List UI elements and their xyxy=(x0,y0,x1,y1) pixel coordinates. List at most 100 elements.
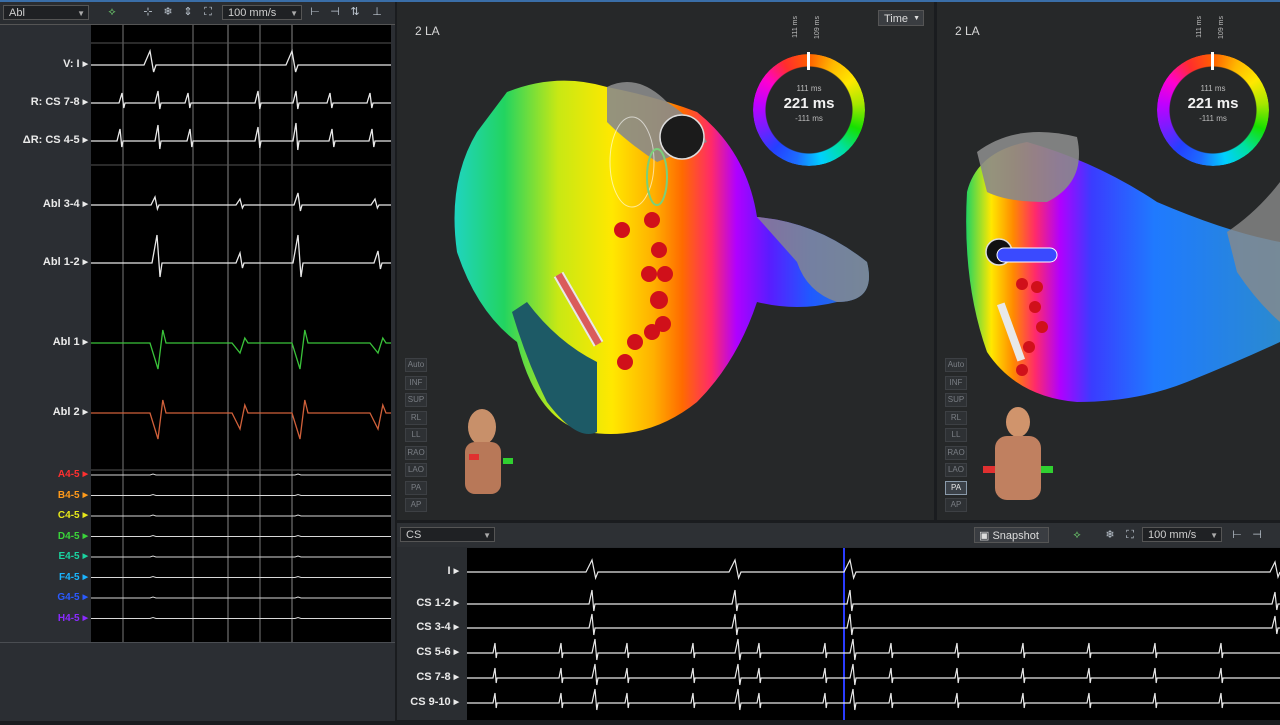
view-button-pa[interactable]: PA xyxy=(405,480,427,495)
play-arrow-icon: ▶ xyxy=(453,674,459,681)
view-button-ap[interactable]: AP xyxy=(405,498,427,512)
view-button-rao[interactable]: RAO xyxy=(405,445,427,460)
trace-label-text: Abl 3-4 xyxy=(42,198,80,210)
zoom-fit-icon[interactable]: ⛶ xyxy=(1122,527,1138,544)
play-arrow-icon: ▶ xyxy=(82,553,88,560)
play-arrow-icon: ▶ xyxy=(82,201,88,208)
play-arrow-icon: ▶ xyxy=(82,409,88,416)
freeze-icon[interactable]: ❄ xyxy=(160,4,176,21)
view-button-rl[interactable]: RL xyxy=(945,410,967,425)
mini-trace-label[interactable]: F4-5 ▶ xyxy=(0,572,88,583)
trace-label[interactable]: Abl 1 ▶ xyxy=(0,336,88,348)
trace-label[interactable]: Abl 2 ▶ xyxy=(0,406,88,418)
cs-traces-area[interactable] xyxy=(467,548,1280,720)
view-button-inf[interactable]: INF xyxy=(405,375,427,390)
view-button-ll[interactable]: LL xyxy=(405,428,427,442)
mini-trace-label[interactable]: D4-5 ▶ xyxy=(0,531,88,542)
caliper-tool-icon[interactable]: ⟡ xyxy=(1069,527,1085,544)
activation-map-secondary[interactable]: 2 LA 111 ms 221 ms -111 ms 111 ms 109 ms xyxy=(937,2,1280,520)
trace-label-text: Abl 2 xyxy=(52,406,80,418)
trace-label[interactable]: V: I ▶ xyxy=(0,58,88,70)
pulmonary-vein-ostium xyxy=(659,114,705,160)
cs-channel-value: CS xyxy=(406,529,422,541)
view-button-auto[interactable]: Auto xyxy=(945,358,967,372)
view-button-inf[interactable]: INF xyxy=(945,375,967,390)
cs-signal-trace xyxy=(467,613,1280,636)
play-arrow-icon: ▶ xyxy=(82,491,88,499)
view-button-rl[interactable]: RL xyxy=(405,410,427,425)
sweep-speed-select[interactable]: 100 mm/s ▼ xyxy=(222,5,302,20)
gain-icon[interactable]: ⇕ xyxy=(180,4,196,21)
cs-signal-trace xyxy=(467,688,1280,711)
zoom-fit-icon[interactable]: ⛶ xyxy=(200,4,216,21)
align-icon[interactable]: ⇅ xyxy=(347,4,363,21)
cs-toolbar: CS ▼ ▣ Snapshot ⟡ ❄ ⛶ 100 mm/s ▼ ⊢ ⊣ xyxy=(397,523,1280,547)
mini-trace-label-text: B4-5 xyxy=(57,489,80,501)
mini-trace-label[interactable]: A4-5 ▶ xyxy=(0,469,88,480)
snapshot-button[interactable]: ▣ Snapshot xyxy=(974,527,1049,543)
trace-label[interactable]: Abl 3-4 ▶ xyxy=(0,198,88,210)
signal-traces-svg[interactable] xyxy=(0,25,395,642)
mini-trace-label-text: D4-5 xyxy=(57,530,80,542)
left-atrium-3d-map-pa[interactable] xyxy=(937,2,1280,520)
trace-label[interactable]: Abl 1-2 ▶ xyxy=(0,256,88,268)
scale-down-icon[interactable]: ⊢ xyxy=(307,4,323,21)
cs-trace-label[interactable]: CS 1-2 ▶ xyxy=(397,597,459,609)
view-button-sup[interactable]: SUP xyxy=(405,393,427,407)
mini-trace-label[interactable]: E4-5 ▶ xyxy=(0,551,88,562)
play-arrow-icon: ▶ xyxy=(82,137,88,144)
signal-panel-footer xyxy=(0,642,395,721)
mini-trace-label-text: E4-5 xyxy=(58,551,80,562)
cs-signal-trace xyxy=(467,589,1280,612)
chevron-down-icon: ▼ xyxy=(290,9,298,18)
scale-down-icon[interactable]: ⊢ xyxy=(1229,527,1245,544)
view-button-ll[interactable]: LL xyxy=(945,428,967,442)
trace-label[interactable]: R: CS 7-8 ▶ xyxy=(0,96,88,108)
camera-icon: ▣ xyxy=(979,530,993,542)
cs-trace-label[interactable]: CS 7-8 ▶ xyxy=(397,671,459,683)
cs-sweep-speed-value: 100 mm/s xyxy=(1148,529,1197,541)
play-arrow-icon: ▶ xyxy=(82,259,88,266)
measure-icon[interactable]: ⊹ xyxy=(140,4,156,21)
view-button-pa[interactable]: PA xyxy=(945,480,967,495)
view-button-lao[interactable]: LAO xyxy=(405,463,427,477)
cs-trace-label[interactable]: CS 9-10 ▶ xyxy=(397,696,459,708)
play-arrow-icon: ▶ xyxy=(453,600,459,607)
play-arrow-icon: ▶ xyxy=(82,594,88,601)
play-arrow-icon: ▶ xyxy=(82,614,88,622)
trace-label[interactable]: ΔR: CS 4-5 ▶ xyxy=(0,134,88,146)
cs-trace-label-text: CS 3-4 xyxy=(416,621,451,633)
view-button-ap[interactable]: AP xyxy=(945,498,967,512)
mini-trace-label-text: C4-5 xyxy=(57,510,80,521)
cs-trace-label[interactable]: I ▶ xyxy=(397,565,459,577)
trace-label-text: ΔR: CS 4-5 xyxy=(22,134,80,146)
torso-orientation-icon xyxy=(983,407,1053,500)
mini-trace-label[interactable]: G4-5 ▶ xyxy=(0,592,88,603)
mini-trace-label[interactable]: H4-5 ▶ xyxy=(0,613,88,624)
view-orientation-buttons: Auto INF SUP RL LL RAO LAO PA AP xyxy=(945,358,967,516)
scale-up-icon[interactable]: ⊣ xyxy=(1249,527,1265,544)
cs-trace-label[interactable]: CS 5-6 ▶ xyxy=(397,646,459,658)
signal-traces-area: V: I ▶ R: CS 7-8 ▶ ΔR: CS 4-5 ▶ Abl 3-4 ▶ Abl 1-… xyxy=(0,25,395,642)
play-arrow-icon: ▶ xyxy=(453,699,459,706)
scale-up-icon[interactable]: ⊣ xyxy=(327,4,343,21)
view-button-sup[interactable]: SUP xyxy=(945,393,967,407)
cs-channel-select[interactable]: CS ▼ xyxy=(400,527,495,542)
reset-icon[interactable]: ⊥ xyxy=(369,4,385,21)
view-button-rao[interactable]: RAO xyxy=(945,445,967,460)
mini-trace-label[interactable]: C4-5 ▶ xyxy=(0,510,88,521)
left-atrium-3d-map[interactable] xyxy=(397,2,934,520)
caliper-tool-icon[interactable]: ⟡ xyxy=(104,4,120,21)
cs-trace-label[interactable]: CS 3-4 ▶ xyxy=(397,621,459,633)
trace-label-text: R: CS 7-8 xyxy=(30,96,80,108)
channel-group-select[interactable]: Abl ▼ xyxy=(3,5,89,20)
freeze-icon[interactable]: ❄ xyxy=(1102,527,1118,544)
view-button-lao[interactable]: LAO xyxy=(945,463,967,477)
cs-sweep-speed-select[interactable]: 100 mm/s ▼ xyxy=(1142,527,1222,542)
sweep-speed-value: 100 mm/s xyxy=(228,7,277,19)
view-button-auto[interactable]: Auto xyxy=(405,358,427,372)
activation-map-main[interactable]: 2 LA Time ▼ 111 ms 221 ms -111 ms 111 ms… xyxy=(397,2,934,520)
play-arrow-icon: ▶ xyxy=(82,573,88,581)
chevron-down-icon: ▼ xyxy=(1210,531,1218,540)
mini-trace-label[interactable]: B4-5 ▶ xyxy=(0,490,88,501)
